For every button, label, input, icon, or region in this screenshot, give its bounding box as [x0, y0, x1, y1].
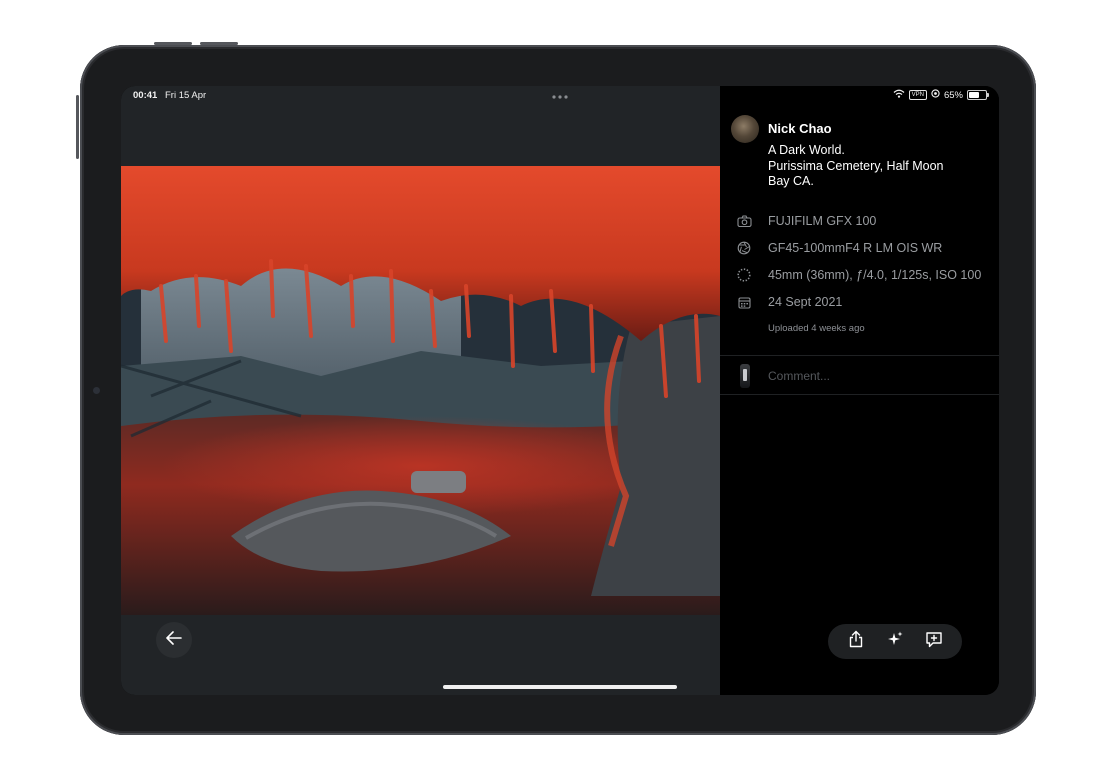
add-comment-button[interactable]: [921, 629, 947, 655]
date-row: 24 Sept 2021: [736, 294, 842, 310]
sparkles-icon: [886, 630, 904, 653]
divider: [720, 394, 999, 395]
calendar-icon: [736, 294, 752, 310]
description-line: Purissima Cemetery, Half Moon: [768, 158, 944, 173]
more-dots-icon[interactable]: [551, 88, 569, 106]
lens-row: GF45-100mmF4 R LM OIS WR: [736, 240, 942, 256]
add-comment-icon: [925, 631, 943, 653]
volume-button: [200, 42, 238, 45]
front-camera: [93, 387, 100, 394]
camera-row: FUJIFILM GFX 100: [736, 213, 876, 229]
exposure-settings: 45mm (36mm), ƒ/4.0, 1/125s, ISO 100: [768, 268, 982, 282]
screen: 00:41 Fri 15 Apr VPN 65% Nick Chao A Dar…: [121, 86, 999, 695]
date-taken: 24 Sept 2021: [768, 295, 843, 309]
battery-percent: 65%: [943, 89, 963, 101]
lens-model: GF45-100mmF4 R LM OIS WR: [768, 241, 943, 255]
photo: [121, 166, 720, 615]
camera-model: FUJIFILM GFX 100: [768, 214, 877, 228]
volume-button: [154, 42, 192, 45]
aperture-icon: [736, 240, 752, 256]
uploaded-time: Uploaded 4 weeks ago: [768, 323, 865, 334]
vpn-badge: VPN: [908, 90, 927, 100]
avatar[interactable]: [731, 115, 759, 143]
exposure-row: 45mm (36mm), ƒ/4.0, 1/125s, ISO 100: [736, 267, 981, 283]
action-bar: [828, 624, 962, 659]
back-button[interactable]: [156, 622, 192, 658]
power-button: [76, 95, 79, 159]
exposure-dial-icon: [736, 267, 752, 283]
description-line: A Dark World.: [768, 143, 845, 157]
comment-input[interactable]: [766, 366, 990, 386]
author-name[interactable]: Nick Chao: [768, 121, 832, 136]
status-time: 00:41: [133, 90, 158, 101]
arrow-left-icon: [166, 630, 182, 650]
wifi-icon: [893, 89, 905, 101]
home-indicator[interactable]: [443, 685, 677, 689]
description-line: Bay CA.: [768, 174, 814, 188]
status-icons: VPN 65%: [893, 89, 989, 101]
photo-description: A Dark World. Purissima Cemetery, Half M…: [768, 143, 968, 190]
magic-button[interactable]: [882, 629, 908, 655]
divider: [720, 355, 999, 356]
status-date: Fri 15 Apr: [165, 90, 207, 101]
location-icon: [931, 89, 940, 101]
share-button[interactable]: [843, 629, 869, 655]
battery-icon: [967, 90, 989, 100]
camera-icon: [736, 213, 752, 229]
share-icon: [848, 630, 864, 653]
commenter-avatar: [740, 364, 750, 388]
photo-viewer: 00:41 Fri 15 Apr: [121, 86, 720, 695]
info-panel: VPN 65% Nick Chao A Dark World. Purissim…: [720, 86, 999, 695]
